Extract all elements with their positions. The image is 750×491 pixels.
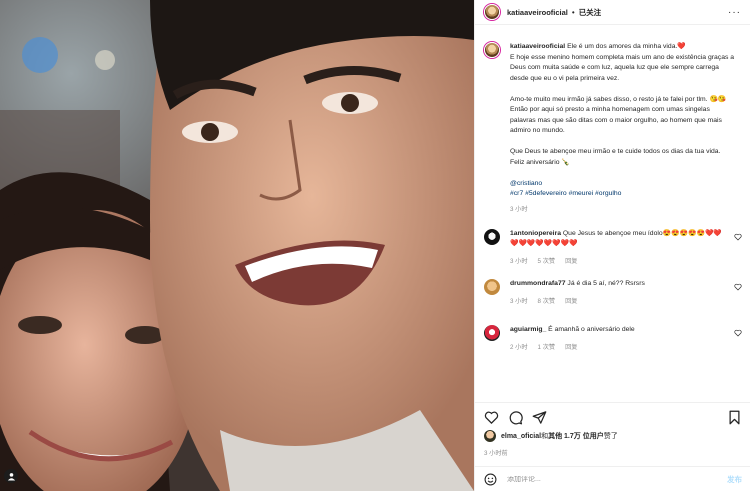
comment-body: 1antoniopereira Que Jesus te abençoe meu…: [510, 229, 722, 267]
post-header: katiaaveirooficial • 已关注 ···: [475, 0, 750, 25]
comment-item: 1antoniopereira Que Jesus te abençoe meu…: [484, 229, 742, 267]
avatar[interactable]: [484, 229, 500, 245]
post-comment-button[interactable]: 发布: [727, 474, 742, 485]
paper-plane-icon[interactable]: [532, 410, 547, 425]
comment-text-line: 1antoniopereira Que Jesus te abençoe meu…: [510, 229, 722, 249]
likes-text-mid: 和: [541, 433, 549, 440]
hashtags[interactable]: #cr7 #5defevereiro #meurei #orgulho: [510, 189, 736, 200]
comment-item: drummondrafa77 Já é dia 5 aí, né?? Rsrsr…: [484, 279, 742, 307]
caption-body: katiaaveirooficial Ele é um dos amores d…: [510, 42, 736, 215]
comment-time: 3 小时: [510, 258, 528, 265]
comment-time: 3 小时: [510, 298, 528, 305]
liker-username[interactable]: elma_oficial: [501, 433, 541, 440]
instagram-post: katiaaveirooficial • 已关注 ··· katiaaveiro…: [0, 0, 750, 491]
smiley-icon[interactable]: [484, 473, 497, 486]
comment-icon[interactable]: [508, 410, 523, 425]
other-likers-link[interactable]: 其他 1.7万 位用户: [548, 431, 604, 441]
comment-meta: 2 小时 1 次赞 回复: [510, 343, 722, 353]
comment-text-line: drummondrafa77 Já é dia 5 aí, né?? Rsrsr…: [510, 279, 722, 289]
heart-icon[interactable]: [734, 329, 742, 337]
post-sidebar: katiaaveirooficial • 已关注 ··· katiaaveiro…: [474, 0, 750, 491]
comment-body: aguiarmig_ É amanhã o aniversário dele 2…: [510, 325, 722, 353]
add-comment-bar: 发布: [475, 466, 750, 491]
avatar[interactable]: [484, 42, 500, 58]
comment-text-line: aguiarmig_ É amanhã o aniversário dele: [510, 325, 722, 335]
bookmark-icon[interactable]: [727, 410, 742, 425]
author-username[interactable]: katiaaveirooficial: [507, 8, 568, 17]
separator-dot: •: [571, 7, 575, 17]
comment-item: aguiarmig_ É amanhã o aniversário dele 2…: [484, 325, 742, 353]
comment-meta: 3 小时 8 次赞 回复: [510, 297, 722, 307]
mention-link[interactable]: @cristiano: [510, 179, 736, 190]
avatar[interactable]: [484, 325, 500, 341]
tagged-users-button[interactable]: [4, 469, 18, 483]
avatar[interactable]: [484, 4, 500, 20]
caption-paragraph-2: Amo-te muito meu irmão já sabes disso, o…: [510, 95, 727, 135]
comment-input[interactable]: [507, 475, 727, 483]
reply-button[interactable]: 回复: [565, 297, 577, 307]
action-buttons: [484, 407, 742, 427]
avatar[interactable]: [484, 430, 496, 442]
follow-status-button[interactable]: 已关注: [579, 7, 602, 18]
caption-username[interactable]: katiaaveirooficial: [510, 43, 565, 50]
comment-likes[interactable]: 1 次赞: [538, 343, 556, 353]
comment-username[interactable]: aguiarmig_: [510, 326, 546, 333]
likes-summary: elma_oficial 和 其他 1.7万 位用户 赞了: [484, 430, 742, 442]
comment-body: drummondrafa77 Já é dia 5 aí, né?? Rsrsr…: [510, 279, 722, 307]
reply-button[interactable]: 回复: [565, 343, 577, 353]
caption-time: 3 小时: [510, 205, 528, 213]
selfie-image: [0, 0, 474, 491]
post-photo[interactable]: [0, 0, 474, 491]
comment-username[interactable]: 1antoniopereira: [510, 230, 561, 237]
post-caption: katiaaveirooficial Ele é um dos amores d…: [484, 42, 742, 215]
person-icon: [7, 472, 15, 481]
heart-icon[interactable]: [734, 283, 742, 291]
likes-text-end: 赞了: [603, 433, 618, 440]
comment-likes[interactable]: 5 次赞: [538, 257, 556, 267]
caption-paragraph-3: Que Deus te abençoe meu irmão e te cuide…: [510, 148, 721, 166]
caption-paragraph-1: katiaaveirooficial Ele é um dos amores d…: [510, 42, 736, 84]
heart-icon[interactable]: [734, 233, 742, 241]
post-actions: elma_oficial 和 其他 1.7万 位用户 赞了 3 小时前: [475, 402, 750, 462]
heart-icon[interactable]: [484, 410, 499, 425]
comment-text: Já é dia 5 aí, né?? Rsrsrs: [567, 280, 645, 287]
reply-button[interactable]: 回复: [565, 257, 577, 267]
comment-time: 2 小时: [510, 344, 528, 351]
more-options-button[interactable]: ···: [728, 7, 741, 18]
comment-likes[interactable]: 8 次赞: [538, 297, 556, 307]
comments-list[interactable]: katiaaveirooficial Ele é um dos amores d…: [475, 26, 750, 402]
comment-text: É amanhã o aniversário dele: [548, 326, 635, 333]
comment-meta: 3 小时 5 次赞 回复: [510, 257, 722, 267]
avatar[interactable]: [484, 279, 500, 295]
comment-username[interactable]: drummondrafa77: [510, 280, 566, 287]
post-time: 3 小时前: [484, 450, 508, 457]
